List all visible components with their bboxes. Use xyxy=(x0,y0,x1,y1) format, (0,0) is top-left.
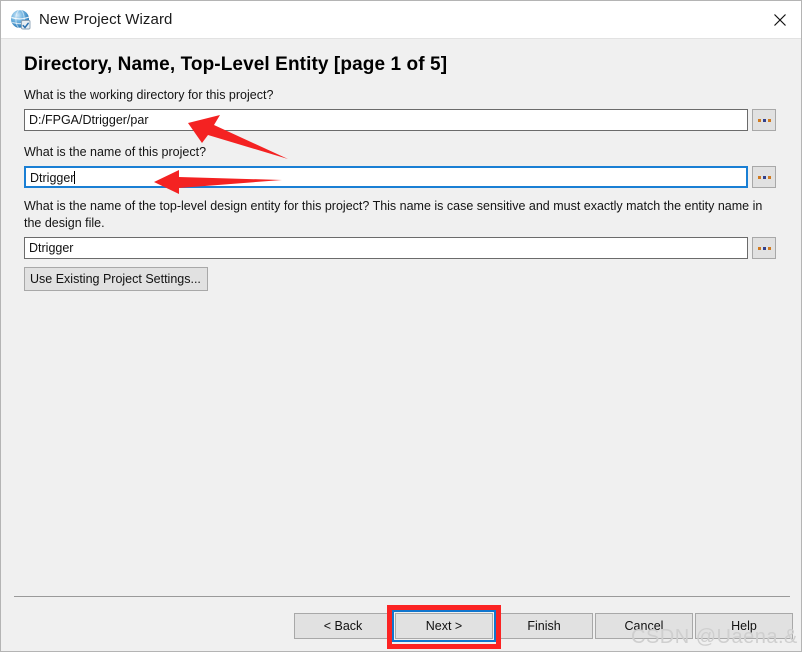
project-name-value: Dtrigger xyxy=(30,171,75,185)
working-directory-label: What is the working directory for this p… xyxy=(24,88,274,102)
project-name-browse-button[interactable] xyxy=(752,166,776,188)
wizard-page-content: Directory, Name, Top-Level Entity [page … xyxy=(1,39,801,596)
cancel-button[interactable]: Cancel xyxy=(595,613,693,639)
text-caret xyxy=(74,171,76,184)
window-title: New Project Wizard xyxy=(39,11,173,28)
project-name-label: What is the name of this project? xyxy=(24,145,207,159)
top-level-entity-browse-button[interactable] xyxy=(752,237,776,259)
back-button[interactable]: < Back xyxy=(294,613,392,639)
help-button[interactable]: Help xyxy=(695,613,793,639)
working-directory-browse-button[interactable] xyxy=(752,109,776,131)
use-existing-project-settings-button[interactable]: Use Existing Project Settings... xyxy=(24,267,208,291)
footer-button-bar: < Back Next > Finish Cancel Help xyxy=(1,597,801,651)
globe-icon xyxy=(10,9,32,31)
working-directory-row: D:/FPGA/Dtrigger/par xyxy=(24,109,776,131)
project-name-input[interactable]: Dtrigger xyxy=(24,166,748,188)
top-level-entity-label: What is the name of the top-level design… xyxy=(24,199,763,230)
next-button[interactable]: Next > xyxy=(395,613,493,639)
finish-button[interactable]: Finish xyxy=(495,613,593,639)
new-project-wizard-dialog: New Project Wizard Directory, Name, Top-… xyxy=(0,0,802,652)
title-bar: New Project Wizard xyxy=(1,1,801,39)
top-level-entity-row: Dtrigger xyxy=(24,237,776,259)
project-name-row: Dtrigger xyxy=(24,166,776,188)
page-title: Directory, Name, Top-Level Entity [page … xyxy=(24,54,448,75)
close-icon[interactable] xyxy=(757,1,801,38)
top-level-entity-input[interactable]: Dtrigger xyxy=(24,237,748,259)
working-directory-input[interactable]: D:/FPGA/Dtrigger/par xyxy=(24,109,748,131)
